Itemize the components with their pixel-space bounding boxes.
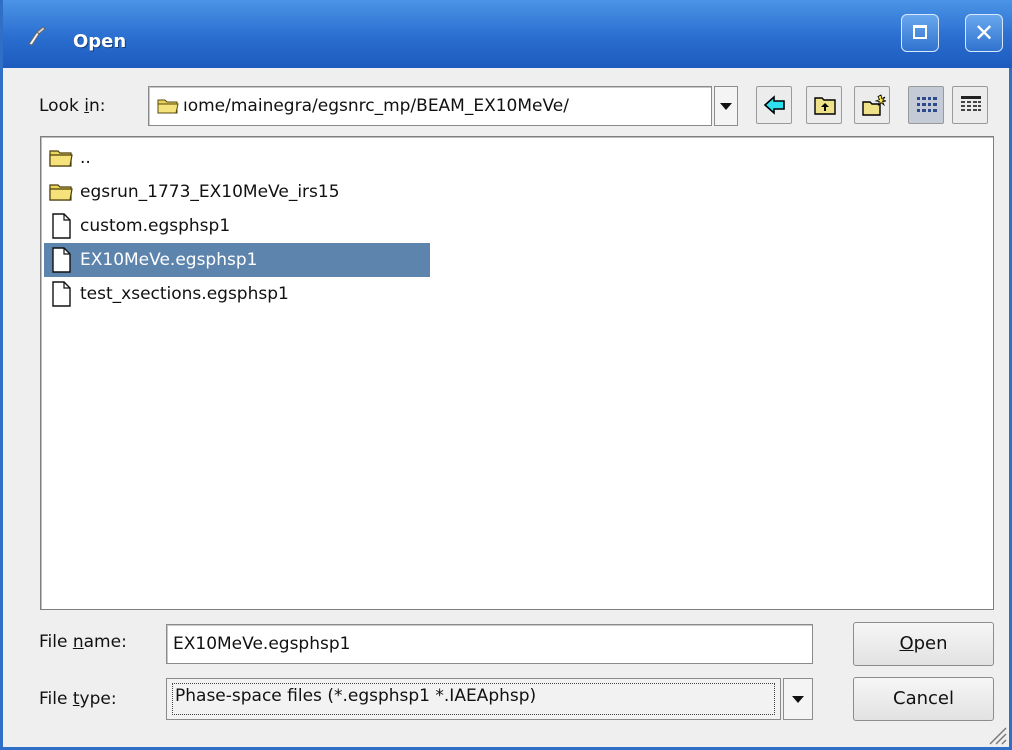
list-item[interactable]: .. xyxy=(44,141,97,175)
folder-icon xyxy=(46,177,76,207)
file-icon xyxy=(46,245,76,275)
chevron-down-icon xyxy=(792,696,804,703)
file-icon xyxy=(46,279,76,309)
file-name: .. xyxy=(80,148,91,168)
details-view-icon xyxy=(961,96,981,111)
maximize-icon xyxy=(913,25,927,39)
file-name-value: EX10MeVe.egsphsp1 xyxy=(173,634,351,654)
file-name-input[interactable]: EX10MeVe.egsphsp1 xyxy=(166,624,813,664)
close-icon: ✕ xyxy=(973,19,995,47)
list-item[interactable]: test_xsections.egsphsp1 xyxy=(44,277,295,311)
chevron-down-icon xyxy=(720,103,732,110)
look-in-label: Look in: xyxy=(39,96,106,116)
new-folder-button[interactable] xyxy=(854,86,890,124)
back-icon xyxy=(763,95,785,115)
file-type-combo[interactable]: Phase-space files (*.egsphsp1 *.IAEAphsp… xyxy=(166,678,781,720)
window-title: Open xyxy=(73,31,127,52)
file-type-label: File type: xyxy=(39,689,117,709)
details-view-button[interactable] xyxy=(952,86,988,124)
look-in-combo[interactable]: ıome/mainegra/egsnrc_mp/BEAM_EX10MeVe/ xyxy=(148,86,712,126)
open-button[interactable]: Open xyxy=(853,622,994,666)
file-name: custom.egsphsp1 xyxy=(80,216,231,236)
back-button[interactable] xyxy=(756,86,792,124)
up-folder-button[interactable] xyxy=(806,86,842,124)
file-name-label: File name: xyxy=(39,632,127,652)
file-type-dropdown-button[interactable] xyxy=(783,678,813,720)
file-icon xyxy=(46,211,76,241)
list-item[interactable]: egsrun_1773_EX10MeVe_irs15 xyxy=(44,175,346,209)
list-item[interactable]: EX10MeVe.egsphsp1 xyxy=(44,243,430,277)
folder-icon xyxy=(157,99,179,114)
app-icon xyxy=(28,26,46,46)
title-bar[interactable]: Open ✕ xyxy=(3,0,1012,68)
list-item[interactable]: custom.egsphsp1 xyxy=(44,209,236,243)
file-type-value: Phase-space files (*.egsphsp1 *.IAEAphsp… xyxy=(175,686,537,706)
close-button[interactable]: ✕ xyxy=(965,14,1003,52)
maximize-button[interactable] xyxy=(901,14,939,52)
list-view-icon xyxy=(917,97,937,112)
up-folder-icon xyxy=(814,97,836,115)
file-name: EX10MeVe.egsphsp1 xyxy=(80,250,258,270)
folder-icon xyxy=(46,143,76,173)
file-list[interactable]: .. egsrun_1773_EX10MeVe_irs15 custom.egs… xyxy=(40,136,994,610)
file-name: test_xsections.egsphsp1 xyxy=(80,284,289,304)
list-view-button[interactable] xyxy=(908,86,944,124)
look-in-path: ıome/mainegra/egsnrc_mp/BEAM_EX10MeVe/ xyxy=(183,96,569,116)
new-folder-icon xyxy=(862,94,887,116)
cancel-button[interactable]: Cancel xyxy=(853,677,994,721)
open-dialog: Open ✕ Look in: ıome/mainegra/egsnrc_mp/… xyxy=(0,0,1012,750)
resize-grip-icon[interactable] xyxy=(985,723,1007,745)
look-in-dropdown-button[interactable] xyxy=(714,86,738,126)
file-name: egsrun_1773_EX10MeVe_irs15 xyxy=(80,182,340,202)
